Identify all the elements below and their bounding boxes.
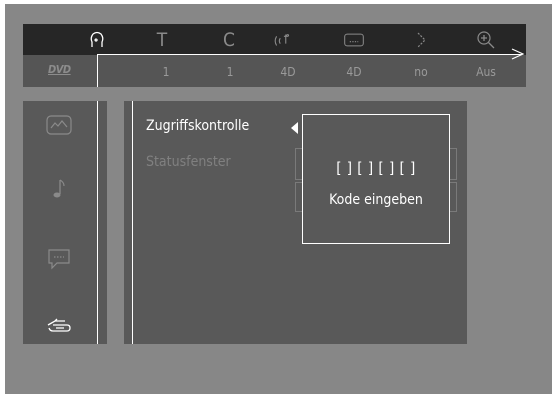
audio-icon[interactable] (272, 29, 294, 51)
face-icon[interactable] (86, 29, 108, 51)
panel-focus-line (132, 101, 133, 344)
chapter-icon[interactable]: C (218, 29, 240, 51)
chapter-value: 1 (226, 65, 234, 79)
menu-item-access-control[interactable]: Zugriffskontrolle (146, 118, 249, 134)
speech-bubble-icon[interactable] (44, 246, 74, 272)
caret-left-icon (291, 122, 298, 134)
dvd-logo: DVD (48, 63, 71, 76)
title-icon[interactable]: T (151, 29, 173, 51)
hand-pointer-icon[interactable] (44, 313, 74, 339)
title-value: 1 (162, 65, 170, 79)
focus-line (97, 54, 522, 55)
code-entry-dialog: [ ] [ ] [ ] [ ] Kode eingeben (302, 114, 450, 244)
angle-icon[interactable] (410, 29, 432, 51)
focus-line-vertical (97, 54, 98, 87)
code-prompt: Kode eingeben (329, 192, 423, 208)
subtitle-value: 4D (346, 65, 362, 79)
angle-value: no (414, 65, 428, 79)
subtitle-icon[interactable] (343, 29, 365, 51)
sidebar-focus-line (97, 101, 98, 344)
zoom-icon[interactable] (475, 29, 497, 51)
menu-item-status-window[interactable]: Statusfenster (146, 154, 231, 170)
zoom-value: Aus (476, 65, 496, 79)
arrow-right-icon (511, 48, 525, 60)
music-note-icon[interactable] (44, 176, 74, 202)
audio-value: 4D (280, 65, 296, 79)
code-input[interactable]: [ ] [ ] [ ] [ ] (303, 159, 449, 177)
picture-icon[interactable] (44, 112, 74, 138)
